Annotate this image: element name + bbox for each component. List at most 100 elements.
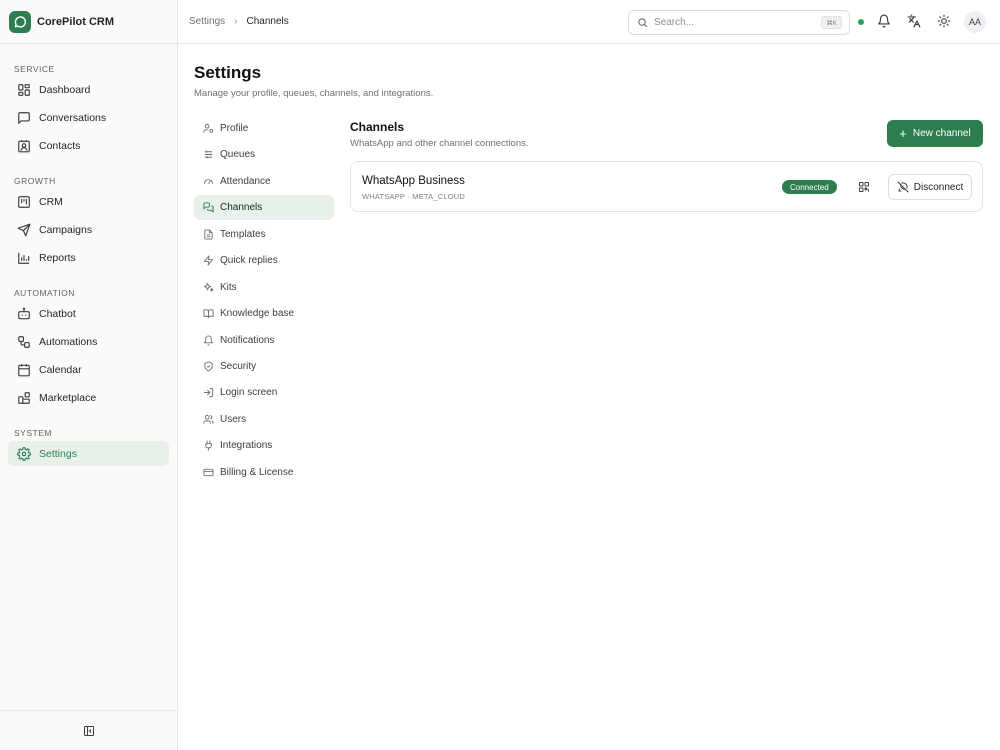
- nav-label: Dashboard: [39, 83, 91, 96]
- bell-icon: [203, 335, 214, 346]
- settings-menu-profile[interactable]: Profile: [194, 116, 334, 141]
- nav-label: Automations: [39, 335, 98, 348]
- settings-menu-security[interactable]: Security: [194, 354, 334, 379]
- settings-menu-templates[interactable]: Templates: [194, 222, 334, 247]
- settings-menu-attendance[interactable]: Attendance: [194, 169, 334, 194]
- settings-menu-label: Attendance: [220, 175, 271, 187]
- nav-item-automations[interactable]: Automations: [8, 329, 169, 354]
- users-icon: [203, 414, 214, 425]
- nav-item-crm[interactable]: CRM: [8, 189, 169, 214]
- disconnect-button[interactable]: Disconnect: [888, 174, 972, 200]
- search-input[interactable]: [654, 17, 804, 28]
- plus-icon: +: [899, 126, 907, 141]
- settings-menu-login-screen[interactable]: Login screen: [194, 380, 334, 405]
- settings-menu-label: Kits: [220, 281, 237, 293]
- avatar[interactable]: AA: [964, 11, 986, 33]
- nav-item-dashboard[interactable]: Dashboard: [8, 77, 169, 102]
- settings-menu-label: Profile: [220, 123, 249, 134]
- nav-heading-system: SYSTEM: [14, 428, 52, 438]
- settings-menu-label: Login screen: [220, 387, 278, 399]
- nav-label: Campaigns: [39, 223, 93, 236]
- settings-menu-quick-replies[interactable]: Quick replies: [194, 248, 334, 273]
- bot-icon: [17, 307, 31, 321]
- qr-code-icon[interactable]: [858, 181, 870, 193]
- settings-menu-label: Queues: [220, 149, 256, 161]
- online-status-dot: [858, 19, 864, 25]
- settings-menu-integrations[interactable]: Integrations: [194, 433, 334, 458]
- nav-item-campaigns[interactable]: Campaigns: [8, 217, 169, 242]
- bar-chart-icon: [17, 251, 31, 265]
- sun-icon[interactable]: [937, 14, 951, 28]
- nav-item-chatbot[interactable]: Chatbot: [8, 301, 169, 326]
- search-box[interactable]: ⌘K: [628, 10, 850, 35]
- settings-menu-billing[interactable]: Billing & License: [194, 460, 334, 485]
- settings-menu-label: Knowledge base: [220, 308, 294, 320]
- chevron-right-icon: ›: [234, 16, 238, 27]
- search-icon: [637, 17, 648, 28]
- nav-item-conversations[interactable]: Conversations: [8, 105, 169, 130]
- gauge-icon: [203, 176, 214, 187]
- settings-menu-label: Channels: [220, 202, 263, 214]
- user-cog-icon: [203, 123, 214, 134]
- brand[interactable]: CorePilot CRM: [0, 0, 177, 44]
- settings-menu-queues[interactable]: Queues: [194, 142, 334, 167]
- translate-icon[interactable]: [907, 14, 921, 28]
- sidebar-footer: [0, 710, 177, 750]
- contact-icon: [17, 139, 31, 153]
- settings-menu-channels[interactable]: Channels: [194, 195, 334, 221]
- page-title: Settings: [194, 63, 262, 82]
- nav-heading-automation: AUTOMATION: [14, 288, 75, 298]
- shield-icon: [203, 361, 214, 372]
- nav-item-contacts[interactable]: Contacts: [8, 133, 169, 158]
- nav-label: Calendar: [39, 363, 82, 376]
- nav-item-reports[interactable]: Reports: [8, 245, 169, 270]
- nav-item-settings[interactable]: Settings: [8, 441, 169, 466]
- nav-label: Contacts: [39, 139, 81, 152]
- workflow-icon: [17, 335, 31, 349]
- settings-menu-users[interactable]: Users: [194, 407, 334, 432]
- nav-label: Settings: [39, 447, 77, 460]
- nav-label: Reports: [39, 251, 76, 264]
- app-name: CorePilot CRM: [37, 15, 114, 28]
- settings-menu-notifications[interactable]: Notifications: [194, 328, 334, 353]
- sliders-icon: [203, 149, 214, 160]
- breadcrumb-settings[interactable]: Settings: [189, 16, 225, 27]
- file-text-icon: [203, 229, 214, 240]
- settings-menu-knowledge-base[interactable]: Knowledge base: [194, 301, 334, 326]
- nav-item-calendar[interactable]: Calendar: [8, 357, 169, 382]
- blocks-icon: [17, 391, 31, 405]
- channel-card: WhatsApp Business WHATSAPP · META_CLOUD …: [350, 161, 983, 212]
- disconnect-label: Disconnect: [913, 181, 964, 193]
- nav-label: Conversations: [39, 111, 107, 124]
- collapse-sidebar-icon[interactable]: [83, 725, 95, 737]
- message-square-icon: [17, 111, 31, 125]
- grid-icon: [17, 83, 31, 97]
- settings-menu-kits[interactable]: Kits: [194, 275, 334, 300]
- unplug-icon: [897, 181, 909, 193]
- breadcrumb-channels: Channels: [246, 16, 289, 27]
- channels-subtitle: WhatsApp and other channel connections.: [350, 138, 529, 149]
- sparkles-icon: [203, 282, 214, 293]
- credit-card-icon: [203, 467, 214, 478]
- channel-name: WhatsApp Business: [362, 175, 465, 187]
- new-channel-label: New channel: [912, 128, 971, 139]
- kanban-icon: [17, 195, 31, 209]
- nav-heading-service: SERVICE: [14, 64, 55, 74]
- zap-icon: [203, 255, 214, 266]
- plug-icon: [203, 440, 214, 451]
- topbar: Settings › Channels ⌘K AA: [178, 0, 1000, 44]
- book-icon: [203, 308, 214, 319]
- messages-icon: [203, 202, 214, 213]
- bell-icon[interactable]: [877, 14, 891, 28]
- settings-menu-label: Security: [220, 360, 257, 372]
- settings-menu-label: Quick replies: [220, 255, 278, 267]
- gear-icon: [17, 446, 31, 461]
- new-channel-button[interactable]: + New channel: [887, 120, 983, 147]
- nav-label: Chatbot: [39, 307, 76, 320]
- app-logo-icon: [9, 10, 31, 33]
- send-icon: [17, 223, 31, 237]
- sidebar: CorePilot CRM SERVICE Dashboard Conversa…: [0, 0, 178, 750]
- nav-item-marketplace[interactable]: Marketplace: [8, 385, 169, 410]
- settings-menu-label: Billing & License: [220, 466, 294, 478]
- page-subtitle: Manage your profile, queues, channels, a…: [194, 88, 434, 99]
